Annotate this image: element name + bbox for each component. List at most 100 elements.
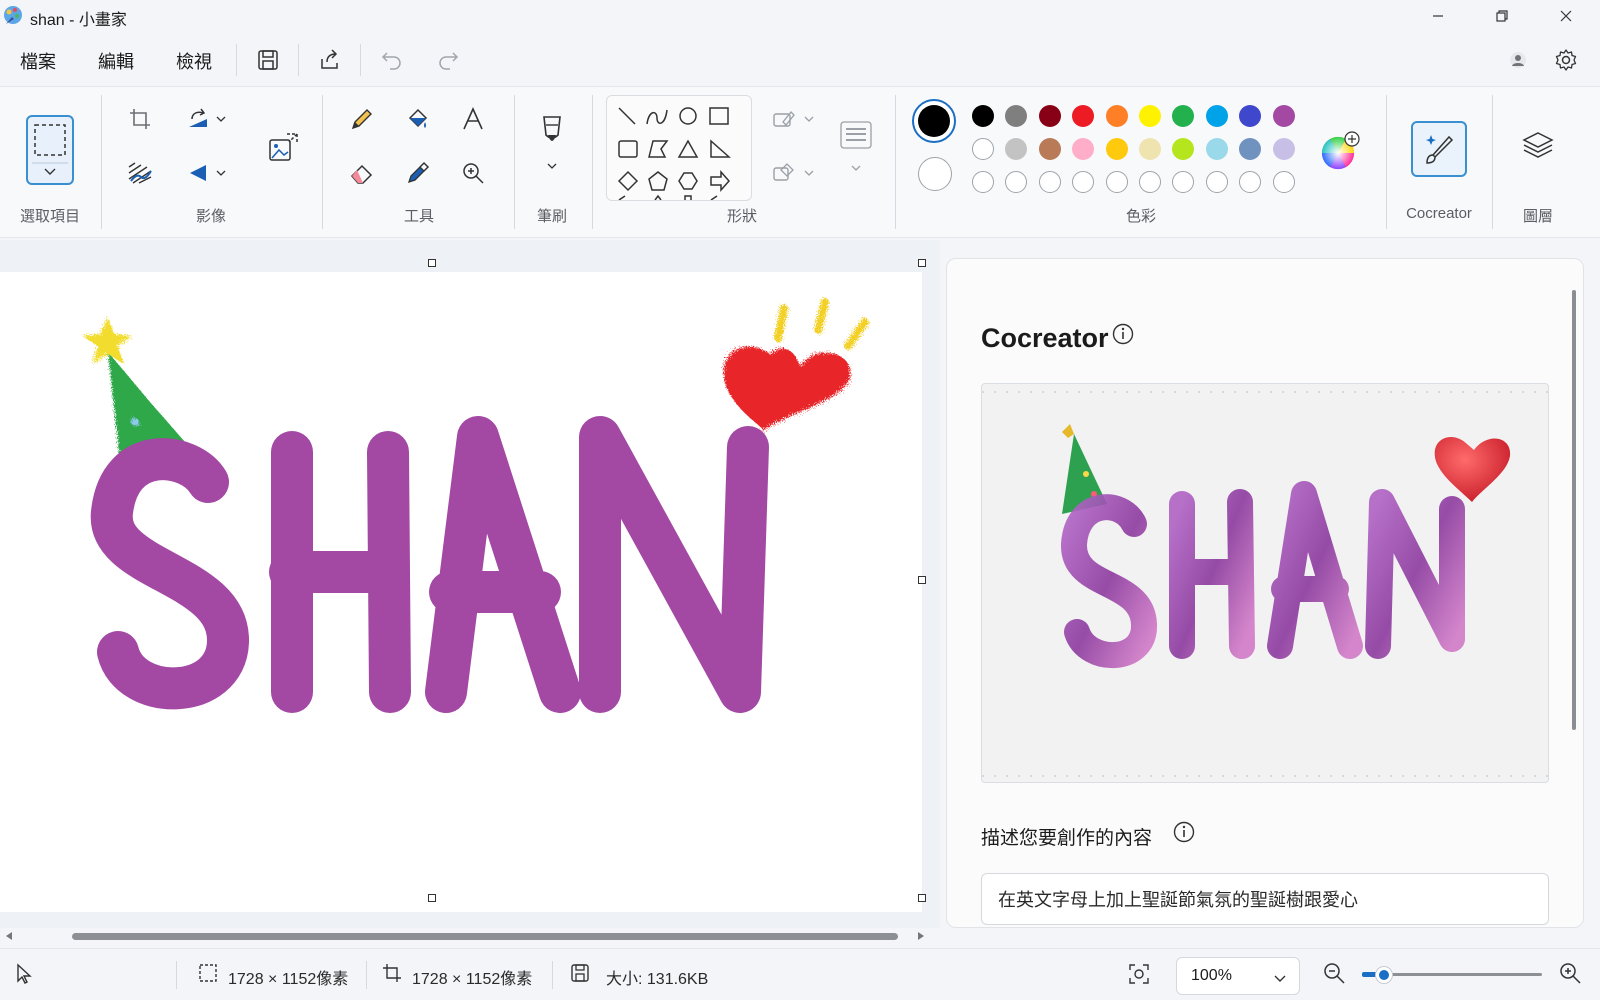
line-size-dropdown[interactable] xyxy=(847,159,865,177)
zoom-slider-thumb[interactable] xyxy=(1375,967,1392,983)
prompt-input[interactable] xyxy=(981,873,1549,925)
account-button[interactable] xyxy=(1502,44,1534,76)
primary-color-selector[interactable] xyxy=(912,99,956,143)
color-swatch[interactable] xyxy=(1205,105,1228,127)
window-title: shan - 小畫家 xyxy=(30,12,127,29)
magnifier-button[interactable] xyxy=(455,155,491,191)
resize-handle-bottom[interactable] xyxy=(428,894,436,902)
color-swatch[interactable] xyxy=(1105,138,1128,160)
horizontal-scrollbar[interactable] xyxy=(0,928,930,944)
group-label-layers: 圖層 xyxy=(1522,208,1553,225)
layers-button[interactable] xyxy=(1520,125,1556,165)
menu-view[interactable]: 檢視 xyxy=(172,46,216,76)
share-button[interactable] xyxy=(314,44,346,76)
edit-colors-button[interactable] xyxy=(1320,131,1360,170)
flip-dropdown[interactable] xyxy=(212,155,230,191)
shape-outline-dropdown[interactable] xyxy=(800,101,818,137)
color-swatch[interactable] xyxy=(1139,138,1161,160)
line-size-button[interactable] xyxy=(836,115,876,155)
color-swatch[interactable] xyxy=(1072,138,1095,160)
custom-color-slot[interactable] xyxy=(1005,171,1028,193)
fill-button[interactable] xyxy=(400,101,436,137)
select-tool-button[interactable] xyxy=(26,115,74,185)
resize-button[interactable] xyxy=(264,127,304,167)
color-swatch[interactable] xyxy=(972,105,994,127)
undo-button[interactable] xyxy=(376,44,408,76)
save-button[interactable] xyxy=(252,44,284,76)
custom-color-slot[interactable] xyxy=(1239,171,1262,193)
menu-edit[interactable]: 編輯 xyxy=(94,46,138,76)
settings-button[interactable] xyxy=(1550,44,1582,76)
custom-color-slot[interactable] xyxy=(1038,171,1061,193)
color-swatch[interactable] xyxy=(1038,138,1061,160)
pencil-icon xyxy=(351,109,372,130)
color-swatch[interactable] xyxy=(1139,105,1161,127)
zoom-level-select[interactable]: 100% xyxy=(1176,957,1300,995)
panel-vertical-scrollbar[interactable] xyxy=(1572,290,1576,730)
cocreator-button[interactable] xyxy=(1411,121,1467,177)
magnifier-icon xyxy=(463,163,484,184)
shape-fill-button[interactable] xyxy=(766,155,802,191)
close-button[interactable] xyxy=(1534,0,1598,32)
eraser-button[interactable] xyxy=(344,155,380,191)
color-swatch[interactable] xyxy=(1038,105,1061,127)
brushes-button[interactable] xyxy=(534,111,570,151)
color-swatch[interactable] xyxy=(1072,105,1095,127)
fit-to-window-button[interactable] xyxy=(1128,963,1152,987)
custom-color-slot[interactable] xyxy=(1139,171,1161,193)
resize-handle-bottom-right[interactable] xyxy=(918,894,926,902)
color-swatch[interactable] xyxy=(1172,138,1195,160)
pencil-button[interactable] xyxy=(344,101,380,137)
red-heart xyxy=(723,298,869,432)
color-swatch[interactable] xyxy=(1272,138,1295,160)
flip-icon xyxy=(190,165,206,181)
custom-color-slot[interactable] xyxy=(1072,171,1095,193)
zoom-in-button[interactable] xyxy=(1558,961,1584,987)
status-divider xyxy=(176,961,177,989)
resize-handle-top-right[interactable] xyxy=(918,259,926,267)
chevron-down-icon xyxy=(851,165,861,171)
custom-color-slot[interactable] xyxy=(1105,171,1128,193)
color-swatch[interactable] xyxy=(1272,105,1295,127)
prompt-info-button[interactable] xyxy=(1173,821,1197,845)
color-swatch[interactable] xyxy=(1005,138,1028,160)
flip-button[interactable] xyxy=(180,155,216,191)
zoom-slider[interactable] xyxy=(1362,967,1542,983)
shape-fill-dropdown[interactable] xyxy=(800,155,818,191)
redo-icon xyxy=(439,52,459,70)
secondary-color-swatch[interactable] xyxy=(918,157,952,191)
menu-divider xyxy=(298,44,299,76)
brushes-dropdown[interactable] xyxy=(543,157,561,175)
color-swatch[interactable] xyxy=(1205,138,1228,160)
custom-color-slot[interactable] xyxy=(1172,171,1195,193)
color-swatch[interactable] xyxy=(1005,105,1028,127)
image-effects-button[interactable] xyxy=(122,155,158,191)
resize-handle-top[interactable] xyxy=(428,259,436,267)
color-swatch[interactable] xyxy=(1105,105,1128,127)
custom-color-slot[interactable] xyxy=(1205,171,1228,193)
cocreator-info-button[interactable] xyxy=(1112,323,1136,347)
color-swatch[interactable] xyxy=(1239,138,1262,160)
restore-button[interactable] xyxy=(1470,0,1534,32)
text-button[interactable] xyxy=(455,101,491,137)
image-effects-icon xyxy=(128,162,152,184)
drawing-canvas[interactable] xyxy=(0,272,922,912)
cocreator-preview-image[interactable] xyxy=(981,383,1549,783)
color-swatch[interactable] xyxy=(972,138,994,160)
custom-color-slot[interactable] xyxy=(972,171,994,193)
color-swatch[interactable] xyxy=(1239,105,1262,127)
menu-file[interactable]: 檔案 xyxy=(16,46,60,76)
minimize-button[interactable] xyxy=(1406,0,1470,32)
shan-letters xyxy=(90,416,769,713)
selection-size-indicator xyxy=(198,963,220,985)
redo-button[interactable] xyxy=(432,44,464,76)
shape-outline-button[interactable] xyxy=(766,101,802,137)
color-swatch[interactable] xyxy=(1172,105,1195,127)
rotate-button[interactable] xyxy=(180,101,216,137)
color-picker-button[interactable] xyxy=(400,155,436,191)
rotate-dropdown[interactable] xyxy=(212,101,230,137)
resize-handle-right[interactable] xyxy=(918,576,926,584)
zoom-out-button[interactable] xyxy=(1322,961,1348,987)
custom-color-slot[interactable] xyxy=(1272,171,1295,193)
crop-button[interactable] xyxy=(122,101,158,137)
